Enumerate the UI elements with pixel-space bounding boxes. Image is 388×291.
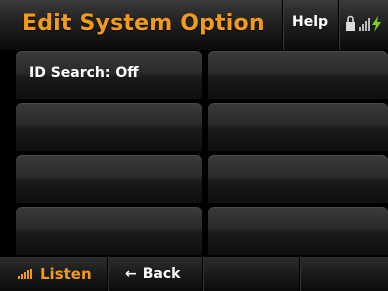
back-label: Back — [142, 266, 181, 282]
option-slot-6[interactable] — [208, 155, 388, 203]
listen-label: Listen — [40, 265, 92, 283]
option-label: ID Search: Off — [29, 65, 139, 81]
listen-content: Listen — [18, 265, 92, 283]
softkey-3[interactable] — [203, 257, 300, 291]
help-divider — [338, 0, 339, 50]
option-slot-4[interactable] — [208, 103, 388, 151]
status-indicators — [345, 14, 388, 32]
back-button[interactable]: ← Back — [108, 257, 203, 291]
signal-bars-icon — [18, 269, 32, 279]
option-grid: ID Search: Off — [16, 51, 388, 256]
back-content: ← Back — [125, 266, 180, 282]
listen-button[interactable]: Listen — [0, 257, 108, 291]
option-slot-3[interactable] — [16, 103, 202, 151]
option-slot-2[interactable] — [208, 51, 388, 99]
back-arrow-icon: ← — [125, 266, 137, 282]
option-id-search[interactable]: ID Search: Off — [16, 51, 202, 99]
help-button[interactable]: Help — [292, 14, 328, 30]
signal-bars-icon — [359, 18, 370, 31]
option-slot-8[interactable] — [208, 207, 388, 255]
charging-bolt-icon — [372, 16, 381, 32]
option-slot-5[interactable] — [16, 155, 202, 203]
title-bar: Edit System Option Help — [0, 0, 388, 51]
page-title: Edit System Option — [22, 11, 265, 36]
bottom-bar: Listen ← Back — [0, 256, 388, 291]
softkey-4[interactable] — [300, 257, 388, 291]
lock-icon — [346, 15, 355, 31]
title-divider — [282, 0, 283, 50]
option-slot-7[interactable] — [16, 207, 202, 255]
